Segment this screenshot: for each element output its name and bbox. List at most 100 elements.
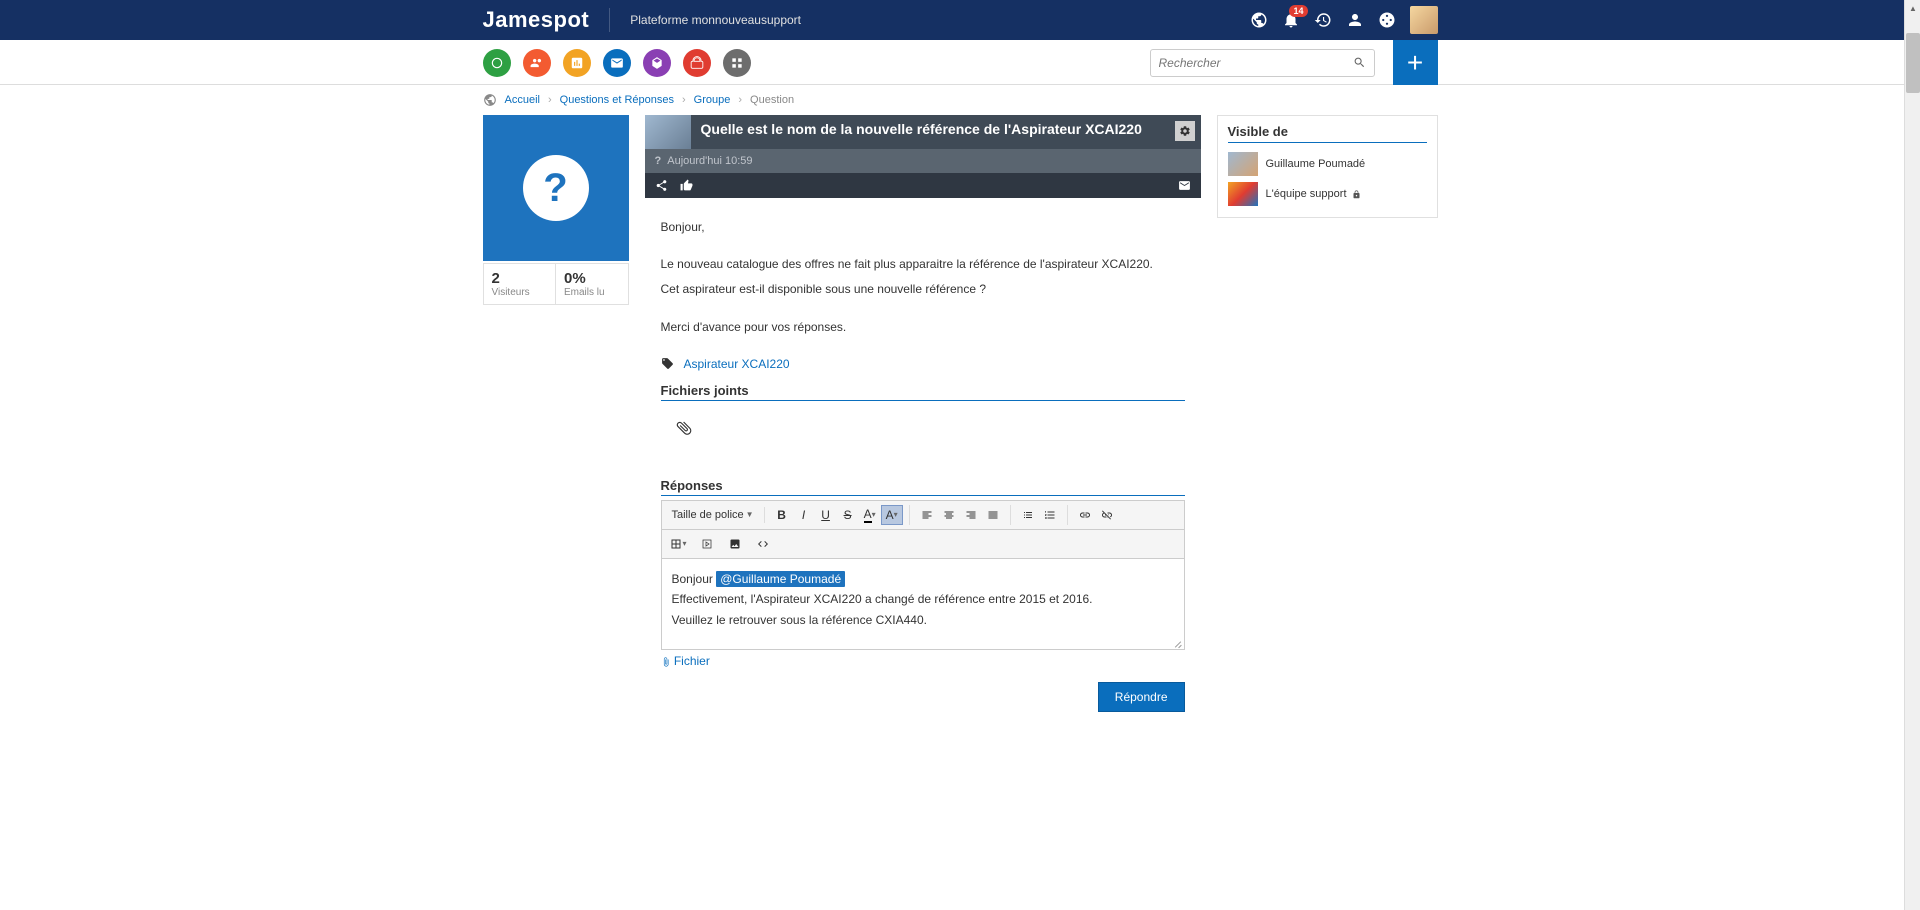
code-button[interactable] [752,534,774,554]
strike-button[interactable]: S [837,505,859,525]
attachment-zone[interactable] [645,401,1201,470]
team-avatar [1228,182,1258,206]
visibility-box: Visible de Guillaume Poumadé L'équipe su… [1217,115,1438,218]
globe-icon [483,93,497,107]
file-link[interactable]: Fichier [674,654,710,668]
thumbs-up-icon[interactable] [680,179,693,192]
align-left-button[interactable] [916,505,938,525]
editor: Taille de police ▼ B I U S A▾ A▾ [661,500,1185,650]
question-subheader: ? Aujourd'hui 10:59 [645,149,1201,173]
editor-content[interactable]: Bonjour @Guillaume Poumadé Effectivement… [662,559,1184,649]
respond-button[interactable]: Répondre [1098,682,1185,712]
app-icon-5[interactable] [643,49,671,77]
paperclip-icon [661,657,671,667]
chevron-right-icon: › [682,94,686,106]
body-line1: Le nouveau catalogue des offres ne fait … [661,255,1185,274]
chevron-right-icon: › [548,94,552,106]
user-icon[interactable] [1346,11,1364,29]
visibility-item[interactable]: L'équipe support [1228,179,1427,209]
visibility-item[interactable]: Guillaume Poumadé [1228,149,1427,179]
question-tags: Aspirateur XCAI220 [645,353,1201,375]
breadcrumb-level2[interactable]: Questions et Réponses [560,94,674,106]
author-avatar[interactable] [645,115,691,149]
editor-line2: Effectivement, l'Aspirateur XCAI220 a ch… [672,589,1174,609]
question-thumbnail: ? [483,115,629,261]
mention-tag[interactable]: @Guillaume Poumadé [716,571,845,587]
top-header: Jamespot Plateforme monnouveausupport 14 [0,0,1920,40]
divider [609,8,610,32]
attachments-header: Fichiers joints [661,381,1185,401]
emails-pct: 0% [564,270,620,287]
app-icon-1[interactable] [483,49,511,77]
bullet-list-button[interactable] [1017,505,1039,525]
tag-icon [661,357,674,370]
body-line2: Cet aspirateur est-il disponible sous un… [661,280,1185,299]
visibility-user-2: L'équipe support [1266,188,1347,200]
dashboard-icon[interactable] [1378,11,1396,29]
scroll-up-arrow[interactable]: ▲ [1906,1,1920,15]
breadcrumb-current: Question [750,94,794,106]
breadcrumb-home[interactable]: Accueil [505,94,540,106]
question-mark-icon: ? [543,166,567,211]
breadcrumb-level3[interactable]: Groupe [694,94,731,106]
search-icon[interactable] [1353,56,1366,69]
breadcrumb: Accueil › Questions et Réponses › Groupe… [483,85,1438,115]
app-icon-3[interactable] [563,49,591,77]
share-icon[interactable] [655,179,668,192]
body-greeting: Bonjour, [661,218,1185,237]
history-icon[interactable] [1314,11,1332,29]
search-input[interactable] [1159,56,1353,70]
gear-icon[interactable] [1175,121,1195,141]
underline-button[interactable]: U [815,505,837,525]
notification-badge: 14 [1289,5,1307,17]
app-icon-4[interactable] [603,49,631,77]
text-color-button[interactable]: A▾ [859,505,881,525]
visitors-count: 2 [492,270,548,287]
bg-color-button[interactable]: A▾ [881,505,903,525]
emails-label: Emails lu [564,287,620,298]
question-actions [645,173,1201,198]
chevron-right-icon: › [738,94,742,106]
app-icon-7[interactable] [723,49,751,77]
scrollbar-thumb[interactable] [1906,33,1920,93]
app-icon-6[interactable] [683,49,711,77]
globe-icon[interactable] [1250,11,1268,29]
image-button[interactable] [724,534,746,554]
bold-button[interactable]: B [771,505,793,525]
video-button[interactable] [696,534,718,554]
responses-header: Réponses [661,476,1185,496]
app-icon-2[interactable] [523,49,551,77]
mail-icon[interactable] [1178,179,1191,192]
lock-icon [1352,190,1361,199]
number-list-button[interactable] [1039,505,1061,525]
scrollbar[interactable]: ▲ [1904,0,1920,910]
link-button[interactable] [1074,505,1096,525]
paperclip-icon[interactable] [671,415,696,440]
user-avatar[interactable] [1410,6,1438,34]
question-header: Quelle est le nom de la nouvelle référen… [645,115,1201,149]
visibility-title: Visible de [1228,124,1427,143]
user-avatar [1228,152,1258,176]
search-box[interactable] [1150,49,1375,77]
notifications-icon[interactable]: 14 [1282,11,1300,29]
question-date: Aujourd'hui 10:59 [667,155,752,167]
italic-button[interactable]: I [793,505,815,525]
editor-line3: Veuillez le retrouver sous la référence … [672,610,1174,630]
add-button[interactable]: + [1393,40,1438,85]
table-button[interactable]: ▾ [668,534,690,554]
unlink-button[interactable] [1096,505,1118,525]
tag-link[interactable]: Aspirateur XCAI220 [684,357,790,371]
font-size-select[interactable]: Taille de police ▼ [668,507,758,523]
align-center-button[interactable] [938,505,960,525]
question-title: Quelle est le nom de la nouvelle référen… [701,121,1159,137]
resize-handle[interactable] [1172,637,1182,647]
question-body: Bonjour, Le nouveau catalogue des offres… [645,198,1201,353]
align-justify-button[interactable] [982,505,1004,525]
stats-box: 2 Visiteurs 0% Emails lu [483,263,629,305]
visitors-label: Visiteurs [492,287,548,298]
align-right-button[interactable] [960,505,982,525]
question-mark-icon: ? [655,155,662,167]
logo[interactable]: Jamespot [483,7,590,33]
visibility-user-1: Guillaume Poumadé [1266,158,1366,170]
body-closing: Merci d'avance pour vos réponses. [661,318,1185,337]
